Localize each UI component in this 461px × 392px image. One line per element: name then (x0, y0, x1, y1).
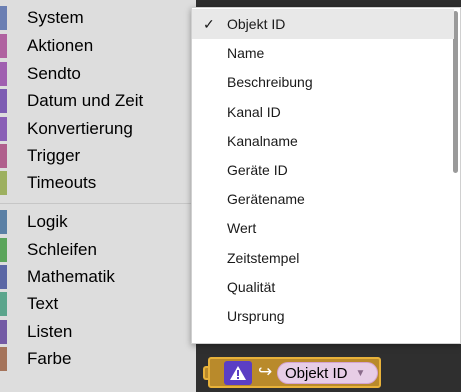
toolbox-category-mathematik[interactable]: Mathematik (0, 265, 196, 289)
property-dropdown-field[interactable]: Objekt ID ▼ (277, 362, 378, 384)
menu-item-0[interactable]: ✓ Objekt ID (192, 9, 454, 39)
menu-item-label: Geräte ID (227, 162, 288, 178)
toolbox-category-schleifen[interactable]: Schleifen (0, 238, 196, 262)
warning-triangle-icon (230, 366, 246, 380)
menu-item-label: Wert (227, 220, 257, 237)
category-color-stripe (0, 171, 7, 195)
menu-item-label: Name (227, 45, 265, 62)
category-label: Schleifen (27, 240, 97, 259)
toolbox-category-konvertierung[interactable]: Konvertierung (0, 117, 196, 141)
menu-item-6[interactable]: Gerätename (192, 184, 454, 214)
category-label: Sendto (27, 64, 81, 83)
menu-item-label: Gerätename (227, 191, 305, 208)
menu-item-8[interactable]: Zeitstempel (192, 243, 454, 273)
menu-item-label: Kanalname (227, 132, 298, 149)
checkmark-icon: ✓ (203, 15, 215, 32)
menu-item-label: Beschreibung (227, 74, 313, 91)
menu-item-4[interactable]: Kanalname (192, 126, 454, 156)
category-color-stripe (0, 210, 7, 234)
category-color-stripe (0, 6, 7, 30)
menu-item-10[interactable]: Ursprung (192, 301, 454, 331)
toolbox-category-aktionen[interactable]: Aktionen (0, 34, 196, 58)
category-color-stripe (0, 34, 7, 58)
toolbox-category-listen[interactable]: Listen (0, 320, 196, 344)
category-color-stripe (0, 238, 7, 262)
toolbox-category-farbe[interactable]: Farbe (0, 347, 196, 371)
menu-item-7[interactable]: Wert (192, 213, 454, 243)
property-field-value: Objekt ID (285, 364, 348, 382)
menu-item-5[interactable]: Geräte ID (192, 155, 454, 185)
menu-item-2[interactable]: Beschreibung (192, 67, 454, 97)
category-color-stripe (0, 89, 7, 113)
category-label: Logik (27, 212, 68, 231)
toolbox: System Aktionen Sendto Datum und Zeit Konver… (0, 0, 196, 392)
menu-item-label: Objekt ID (227, 16, 286, 32)
category-color-stripe (0, 320, 7, 344)
toolbox-category-logik[interactable]: Logik (0, 210, 196, 234)
category-label: Mathematik (27, 267, 115, 286)
menu-item-3[interactable]: Kanal ID (192, 97, 454, 127)
category-label: Konvertierung (27, 119, 133, 138)
category-label: System (27, 8, 84, 27)
category-label: Farbe (27, 349, 72, 368)
category-color-stripe (0, 62, 7, 86)
category-label: Text (27, 294, 59, 313)
toolbox-category-datum-und-zeit[interactable]: Datum und Zeit (0, 89, 196, 113)
menu-item-label: Qualität (227, 278, 276, 295)
toolbox-category-system[interactable]: System (0, 6, 196, 30)
category-color-stripe (0, 292, 7, 316)
warning-icon[interactable] (224, 361, 252, 385)
menu-item-label: Ursprung (227, 308, 285, 324)
toolbox-separator (0, 203, 196, 204)
toolbox-category-trigger[interactable]: Trigger (0, 144, 196, 168)
dropdown-menu: ✓ Objekt ID Name Beschreibung Kanal ID Kanaln… (191, 7, 461, 344)
category-label: Aktionen (27, 36, 94, 55)
category-label: Timeouts (27, 173, 97, 192)
category-label: Listen (27, 322, 73, 341)
category-color-stripe (0, 265, 7, 289)
menu-item-label: Zeitstempel (227, 249, 300, 266)
category-color-stripe (0, 117, 7, 141)
workspace-area[interactable] (196, 0, 461, 6)
toolbox-category-text[interactable]: Text (0, 292, 196, 316)
menu-item-1[interactable]: Name (192, 38, 454, 68)
category-label: Datum und Zeit (27, 91, 144, 110)
menu-item-label: Kanal ID (227, 103, 281, 120)
return-arrow-icon: ↪ (258, 362, 273, 381)
chevron-down-icon: ▼ (355, 367, 366, 379)
menu-item-9[interactable]: Qualität (192, 272, 454, 302)
toolbox-category-sendto[interactable]: Sendto (0, 62, 196, 86)
toolbox-category-timeouts[interactable]: Timeouts (0, 171, 196, 195)
category-label: Trigger (27, 146, 81, 165)
blockly-editor: System Aktionen Sendto Datum und Zeit Konver… (0, 0, 461, 392)
category-color-stripe (0, 347, 7, 371)
category-color-stripe (0, 144, 7, 168)
